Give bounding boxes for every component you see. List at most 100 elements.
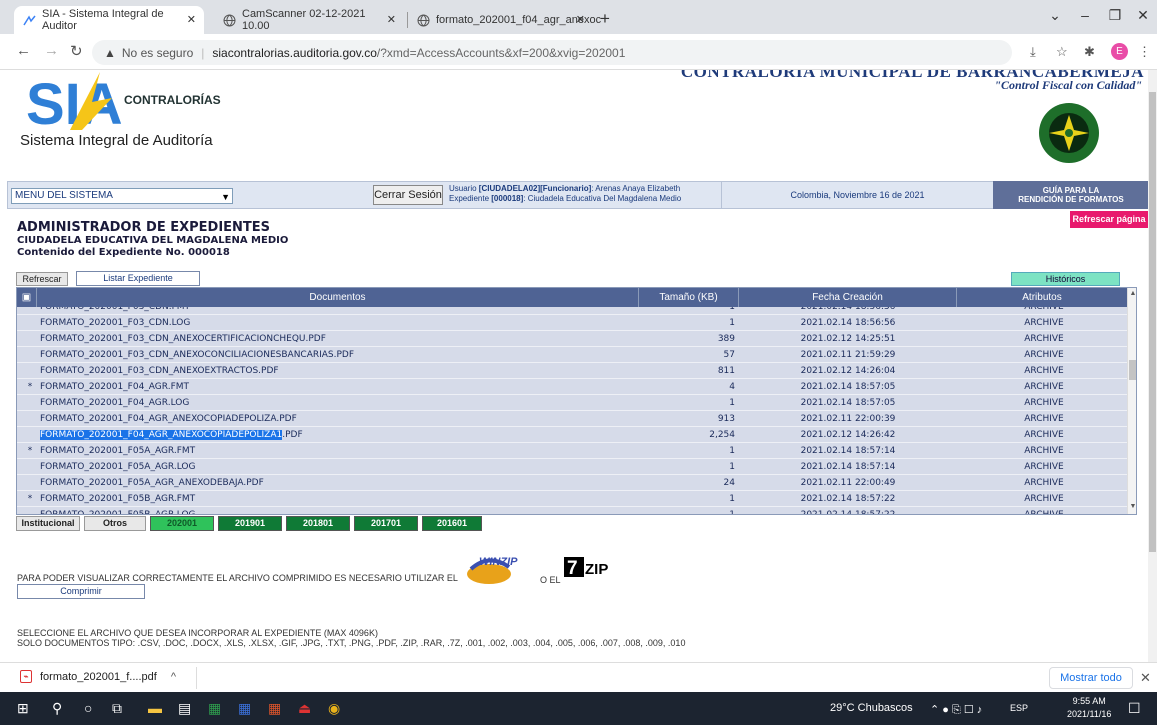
close-icon[interactable]: ✕ xyxy=(387,13,396,26)
guide-button[interactable]: GUÍA PARA LA RENDICIÓN DE FORMATOS xyxy=(993,181,1148,209)
row-document[interactable]: FORMATO_202001_F05A_AGR_ANEXODEBAJA.PDF xyxy=(40,475,264,491)
row-document[interactable]: FORMATO_202001_F04_AGR.FMT xyxy=(40,379,189,395)
table-row[interactable]: FORMATO_202001_F03_CDN_ANEXOCONCILIACION… xyxy=(17,347,1127,363)
chevron-up-icon[interactable]: ^ xyxy=(171,671,176,683)
table-scroll-thumb[interactable] xyxy=(1129,360,1136,380)
close-icon[interactable]: ✕ xyxy=(1140,670,1151,686)
menu-kebab-icon[interactable]: ⋮ xyxy=(1138,44,1151,60)
scroll-down-icon[interactable]: ▼ xyxy=(1128,503,1136,510)
scroll-up-icon[interactable]: ▲ xyxy=(1128,290,1136,297)
minimize-icon[interactable]: – xyxy=(1070,7,1100,23)
tray-icons[interactable]: ⌃ ● ⎘ ☐ ♪ xyxy=(930,703,982,717)
profile-avatar[interactable]: E xyxy=(1111,43,1128,60)
row-document[interactable]: FORMATO_202001_F03_CDN_ANEXOCERTIFICACIO… xyxy=(40,331,326,347)
tab-institucional[interactable]: Institucional xyxy=(16,516,80,531)
table-scrollbar[interactable]: ▲ ▼ xyxy=(1127,288,1136,514)
row-document[interactable]: FORMATO_202001_F05B_AGR.LOG xyxy=(40,507,196,514)
header-date[interactable]: Fecha Creación xyxy=(739,288,957,307)
table-row[interactable]: FORMATO_202001_F05B_AGR.LOG 1 2021.02.14… xyxy=(17,507,1127,514)
compress-button[interactable]: Comprimir xyxy=(17,584,145,599)
table-row[interactable]: FORMATO_202001_F03_CDN_ANEXOCERTIFICACIO… xyxy=(17,331,1127,347)
forward-icon[interactable]: → xyxy=(44,42,59,59)
bookmark-star-icon[interactable]: ☆ xyxy=(1056,44,1068,60)
page-title: ADMINISTRADOR DE EXPEDIENTES xyxy=(17,220,271,235)
header-select-icon[interactable]: ▣ xyxy=(17,288,37,307)
table-row[interactable]: FORMATO_202001_F04_AGR_ANEXOCOPIADEPOLIZ… xyxy=(17,411,1127,427)
language-indicator[interactable]: ESP xyxy=(1010,703,1028,713)
close-icon[interactable]: ✕ xyxy=(576,13,585,26)
address-bar[interactable]: ▲ No es seguro | siacontralorias.auditor… xyxy=(92,40,1012,65)
page-scroll-thumb[interactable] xyxy=(1149,92,1156,552)
table-row[interactable]: FORMATO_202001_F05A_AGR.LOG 1 2021.02.14… xyxy=(17,459,1127,475)
row-document[interactable]: FORMATO_202001_F04_AGR.LOG xyxy=(40,395,189,411)
list-expediente-button[interactable]: Listar Expediente xyxy=(76,271,200,286)
tab-sia[interactable]: SIA - Sistema Integral de Auditor ✕ xyxy=(14,6,204,34)
system-menu-select[interactable]: MENU DEL SISTEMA ▼ xyxy=(11,188,233,204)
refresh-page-button[interactable]: Refrescar página xyxy=(1070,211,1148,228)
winzip-logo[interactable]: WINZIP xyxy=(465,549,543,587)
extensions-icon[interactable]: ✱ xyxy=(1084,44,1095,60)
table-row[interactable]: * FORMATO_202001_F04_AGR.FMT 4 2021.02.1… xyxy=(17,379,1127,395)
table-row[interactable]: FORMATO_202001_F03_CDN.LOG 1 2021.02.14 … xyxy=(17,315,1127,331)
tab-201801[interactable]: 201801 xyxy=(286,516,350,531)
7zip-logo[interactable]: 7 ZIP xyxy=(552,557,612,577)
download-item[interactable]: ⌁ formato_202001_f....pdf ^ xyxy=(20,670,176,683)
row-document[interactable]: FORMATO_202001_F03_CDN_ANEXOCONCILIACION… xyxy=(40,347,354,363)
tab-201601[interactable]: 201601 xyxy=(422,516,482,531)
page-scrollbar[interactable] xyxy=(1148,70,1157,662)
logout-button[interactable]: Cerrar Sesión xyxy=(373,185,443,205)
row-document[interactable]: FORMATO_202001_F03_CDN_ANEXOEXTRACTOS.PD… xyxy=(40,363,279,379)
tab-201901[interactable]: 201901 xyxy=(218,516,282,531)
table-row[interactable]: FORMATO_202001_F03_CDN.FMT 1 2021.02.14 … xyxy=(17,307,1127,315)
row-document[interactable]: FORMATO_202001_F05A_AGR.FMT xyxy=(40,443,195,459)
excel-icon[interactable]: ▦ xyxy=(208,700,221,717)
tab-camscanner[interactable]: CamScanner 02-12-2021 10.00 ✕ xyxy=(214,6,404,34)
row-document[interactable]: FORMATO_202001_F03_CDN.LOG xyxy=(40,315,190,331)
word-icon[interactable]: ▦ xyxy=(238,700,251,717)
windows-start-icon[interactable]: ⊞ xyxy=(17,700,29,717)
task-view-icon[interactable]: ⧉ xyxy=(112,700,122,717)
cortana-icon[interactable]: ○ xyxy=(84,700,92,716)
header-size[interactable]: Tamaño (KB) xyxy=(639,288,739,307)
download-filename: formato_202001_f....pdf xyxy=(40,670,157,683)
table-row[interactable]: FORMATO_202001_F04_AGR.LOG 1 2021.02.14 … xyxy=(17,395,1127,411)
close-icon[interactable]: ✕ xyxy=(187,13,196,26)
refresh-button[interactable]: Refrescar xyxy=(16,272,68,286)
table-row[interactable]: * FORMATO_202001_F05A_AGR.FMT 1 2021.02.… xyxy=(17,443,1127,459)
row-document[interactable]: FORMATO_202001_F04_AGR_ANEXOCOPIADEPOLIZ… xyxy=(40,427,303,443)
tab-201701[interactable]: 201701 xyxy=(354,516,418,531)
chrome-icon[interactable]: ◉ xyxy=(328,700,340,717)
new-tab-button[interactable]: + xyxy=(600,9,610,29)
back-icon[interactable]: ← xyxy=(16,42,31,59)
search-icon[interactable]: ⚲ xyxy=(52,700,62,717)
table-row[interactable]: FORMATO_202001_F03_CDN_ANEXOEXTRACTOS.PD… xyxy=(17,363,1127,379)
install-icon[interactable]: ⤓ xyxy=(1030,44,1036,60)
file-explorer-icon[interactable]: ▬ xyxy=(148,700,162,716)
acrobat-icon[interactable]: ⏏ xyxy=(298,700,311,717)
store-icon[interactable]: ▤ xyxy=(178,700,191,717)
historicos-button[interactable]: Históricos xyxy=(1011,272,1120,286)
row-document[interactable]: FORMATO_202001_F03_CDN.FMT xyxy=(40,307,190,315)
row-document[interactable]: FORMATO_202001_F04_AGR_ANEXOCOPIADEPOLIZ… xyxy=(40,411,297,427)
table-row[interactable]: FORMATO_202001_F05A_AGR_ANEXODEBAJA.PDF … xyxy=(17,475,1127,491)
tab-search-icon[interactable]: ⌄ xyxy=(1040,7,1070,24)
header-attributes[interactable]: Atributos xyxy=(957,288,1127,307)
header-documents[interactable]: Documentos xyxy=(37,288,639,307)
restore-icon[interactable]: ❐ xyxy=(1100,7,1130,24)
tab-formato[interactable]: formato_202001_f04_agr_anexoc ✕ xyxy=(408,6,601,34)
weather-widget[interactable]: 29°C Chubascos xyxy=(830,702,913,714)
reload-icon[interactable]: ↻ xyxy=(70,42,83,60)
tab-otros[interactable]: Otros xyxy=(84,516,146,531)
tab-202001[interactable]: 202001 xyxy=(150,516,214,531)
table-row[interactable]: * FORMATO_202001_F05B_AGR.FMT 1 2021.02.… xyxy=(17,491,1127,507)
powerpoint-icon[interactable]: ▦ xyxy=(268,700,281,717)
row-document[interactable]: FORMATO_202001_F05B_AGR.FMT xyxy=(40,491,195,507)
taskbar-clock[interactable]: 9:55 AM 2021/11/16 xyxy=(1067,695,1111,721)
security-label: No es seguro xyxy=(121,45,194,60)
page-content: SIA CONTRALORÍAS Sistema Integral de Aud… xyxy=(0,70,1148,662)
window-close-icon[interactable]: ✕ xyxy=(1128,7,1157,24)
show-all-downloads-button[interactable]: Mostrar todo xyxy=(1049,667,1133,689)
table-row[interactable]: FORMATO_202001_F04_AGR_ANEXOCOPIADEPOLIZ… xyxy=(17,427,1127,443)
notifications-icon[interactable]: ☐ xyxy=(1128,700,1141,717)
row-document[interactable]: FORMATO_202001_F05A_AGR.LOG xyxy=(40,459,195,475)
